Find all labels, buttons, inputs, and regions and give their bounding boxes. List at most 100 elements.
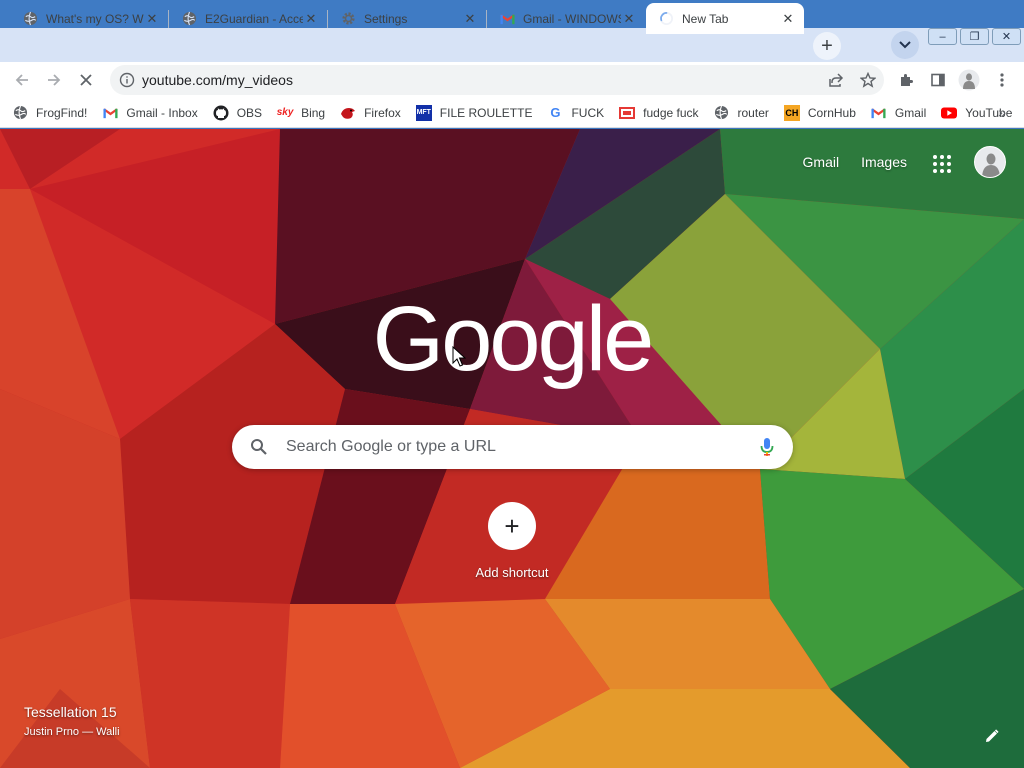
bookmark-fuck[interactable]: G FUCK	[547, 105, 604, 121]
background-author: Justin Prno — Walli	[24, 726, 120, 738]
double-chevron-right-icon[interactable]: »	[998, 104, 1006, 120]
tab-title: What's my OS? Wh	[46, 11, 144, 26]
more-vert-icon	[1000, 73, 1004, 87]
bookmark-file-roulette[interactable]: MFT FILE ROULETTE	[415, 104, 533, 121]
star-icon[interactable]	[852, 66, 884, 94]
gmail-icon	[499, 11, 515, 27]
side-panel-icon	[931, 73, 945, 87]
bookmark-label: router	[737, 105, 769, 120]
arrow-right-icon	[48, 74, 61, 86]
search-box[interactable]	[232, 425, 793, 469]
google-logo: Google	[372, 288, 655, 390]
add-shortcut-tile[interactable]: + Add shortcut	[462, 502, 562, 580]
extensions-button[interactable]	[892, 66, 920, 94]
close-icon	[80, 74, 92, 86]
bookmark-router[interactable]: router	[714, 105, 769, 121]
close-window-button[interactable]: ✕	[992, 28, 1021, 45]
tab-title: Gmail - WINDOWS	[523, 11, 621, 26]
mouse-cursor-icon	[452, 346, 466, 367]
address-bar[interactable]: youtube.com/my_videos	[110, 65, 884, 95]
search-input[interactable]	[286, 438, 741, 456]
close-tab-icon[interactable]: ✕	[144, 11, 160, 27]
customize-button[interactable]	[982, 726, 1002, 746]
globe-icon	[12, 105, 28, 121]
microphone-icon[interactable]	[741, 437, 793, 457]
tab-whats-my-os[interactable]: What's my OS? Wh ✕	[10, 3, 168, 34]
back-button[interactable]	[8, 66, 36, 94]
pencil-icon	[986, 729, 999, 742]
bookmark-label: Firefox	[364, 105, 401, 120]
bookmark-label: Bing	[301, 105, 326, 120]
bookmark-fudge-fuck[interactable]: fudge fuck	[619, 105, 699, 121]
loading-icon	[658, 11, 674, 27]
mft-icon: MFT	[415, 104, 432, 121]
info-icon[interactable]	[112, 72, 142, 88]
tab-gmail-windows[interactable]: Gmail - WINDOWS ✕	[487, 3, 645, 34]
bookmark-label: CornHub	[807, 105, 856, 120]
bookmark-label: Gmail	[894, 105, 927, 120]
gmail-icon	[102, 105, 118, 121]
top-links: Gmail Images	[803, 154, 907, 170]
youtube-icon	[941, 105, 958, 121]
bookmark-label: OBS	[236, 105, 263, 120]
images-link[interactable]: Images	[861, 154, 907, 170]
chevron-down-icon	[899, 41, 911, 49]
red-box-icon	[619, 105, 636, 121]
side-panel-button[interactable]	[924, 66, 952, 94]
bookmark-label: Gmail - Inbox	[126, 105, 198, 120]
google-apps-icon[interactable]	[929, 151, 953, 175]
gear-icon	[340, 11, 356, 27]
close-tab-icon[interactable]: ✕	[462, 11, 478, 27]
new-tab-page: Gmail Images Google + Add shortcut Tesse…	[0, 129, 1024, 768]
arrow-left-icon	[15, 74, 28, 86]
tab-title: E2Guardian - Acce	[205, 11, 303, 26]
share-icon[interactable]	[820, 66, 852, 94]
bookmark-gmail[interactable]: Gmail	[871, 105, 926, 121]
bookmark-label: FrogFind!	[36, 105, 88, 120]
bookmark-gmail-inbox[interactable]: Gmail - Inbox	[102, 105, 198, 121]
ch-icon: CH	[783, 104, 800, 121]
window-controls: – ❐ ✕	[928, 28, 1021, 45]
bookmark-obs[interactable]: OBS	[213, 105, 262, 121]
bookmarks-bar: FrogFind! Gmail - Inbox OBS sky Bing Fir…	[0, 98, 1024, 128]
add-shortcut-label: Add shortcut	[475, 565, 549, 580]
tab-title: Settings	[364, 11, 408, 26]
account-avatar[interactable]	[974, 146, 1006, 178]
plus-icon: +	[488, 502, 536, 550]
bookmark-label: fudge fuck	[643, 105, 699, 120]
background-title: Tessellation 15	[24, 704, 117, 720]
tab-e2guardian[interactable]: E2Guardian - Acce ✕	[169, 3, 327, 34]
minimize-button[interactable]: –	[928, 28, 957, 45]
close-tab-icon[interactable]: ✕	[621, 11, 637, 27]
bookmark-bing[interactable]: sky Bing	[277, 105, 325, 121]
globe-icon	[181, 11, 197, 27]
search-icon	[232, 438, 286, 456]
google-icon: G	[550, 105, 561, 120]
close-tab-icon[interactable]: ✕	[303, 11, 319, 27]
background-attribution[interactable]: Tessellation 15 Justin Prno — Walli	[24, 704, 120, 738]
bookmark-firefox[interactable]: Firefox	[340, 105, 401, 121]
gmail-link[interactable]: Gmail	[803, 154, 840, 170]
toolbar: youtube.com/my_videos	[0, 62, 1024, 98]
close-tab-icon[interactable]: ✕	[780, 11, 796, 27]
bookmark-frogfind[interactable]: FrogFind!	[12, 105, 87, 121]
url-text[interactable]: youtube.com/my_videos	[142, 72, 820, 88]
bookmark-cornhub[interactable]: CH CornHub	[783, 104, 856, 121]
restore-button[interactable]: ❐	[960, 28, 989, 45]
puzzle-icon	[901, 74, 913, 86]
menu-button[interactable]	[988, 66, 1016, 94]
red-bird-icon	[340, 105, 356, 121]
tab-title: New Tab	[682, 11, 729, 26]
gmail-icon	[871, 105, 887, 121]
bookmark-label: FUCK	[571, 105, 605, 120]
tab-search-button[interactable]	[891, 31, 919, 59]
sky-icon: sky	[276, 107, 294, 118]
tab-settings[interactable]: Settings ✕	[328, 3, 486, 34]
stop-loading-button[interactable]	[72, 66, 100, 94]
forward-button[interactable]	[40, 66, 68, 94]
tab-new-tab[interactable]: New Tab ✕	[646, 3, 804, 34]
globe-icon	[22, 11, 38, 27]
new-tab-button[interactable]: +	[813, 32, 841, 60]
bookmark-label: FILE ROULETTE	[439, 105, 533, 120]
profile-button[interactable]	[955, 66, 983, 94]
